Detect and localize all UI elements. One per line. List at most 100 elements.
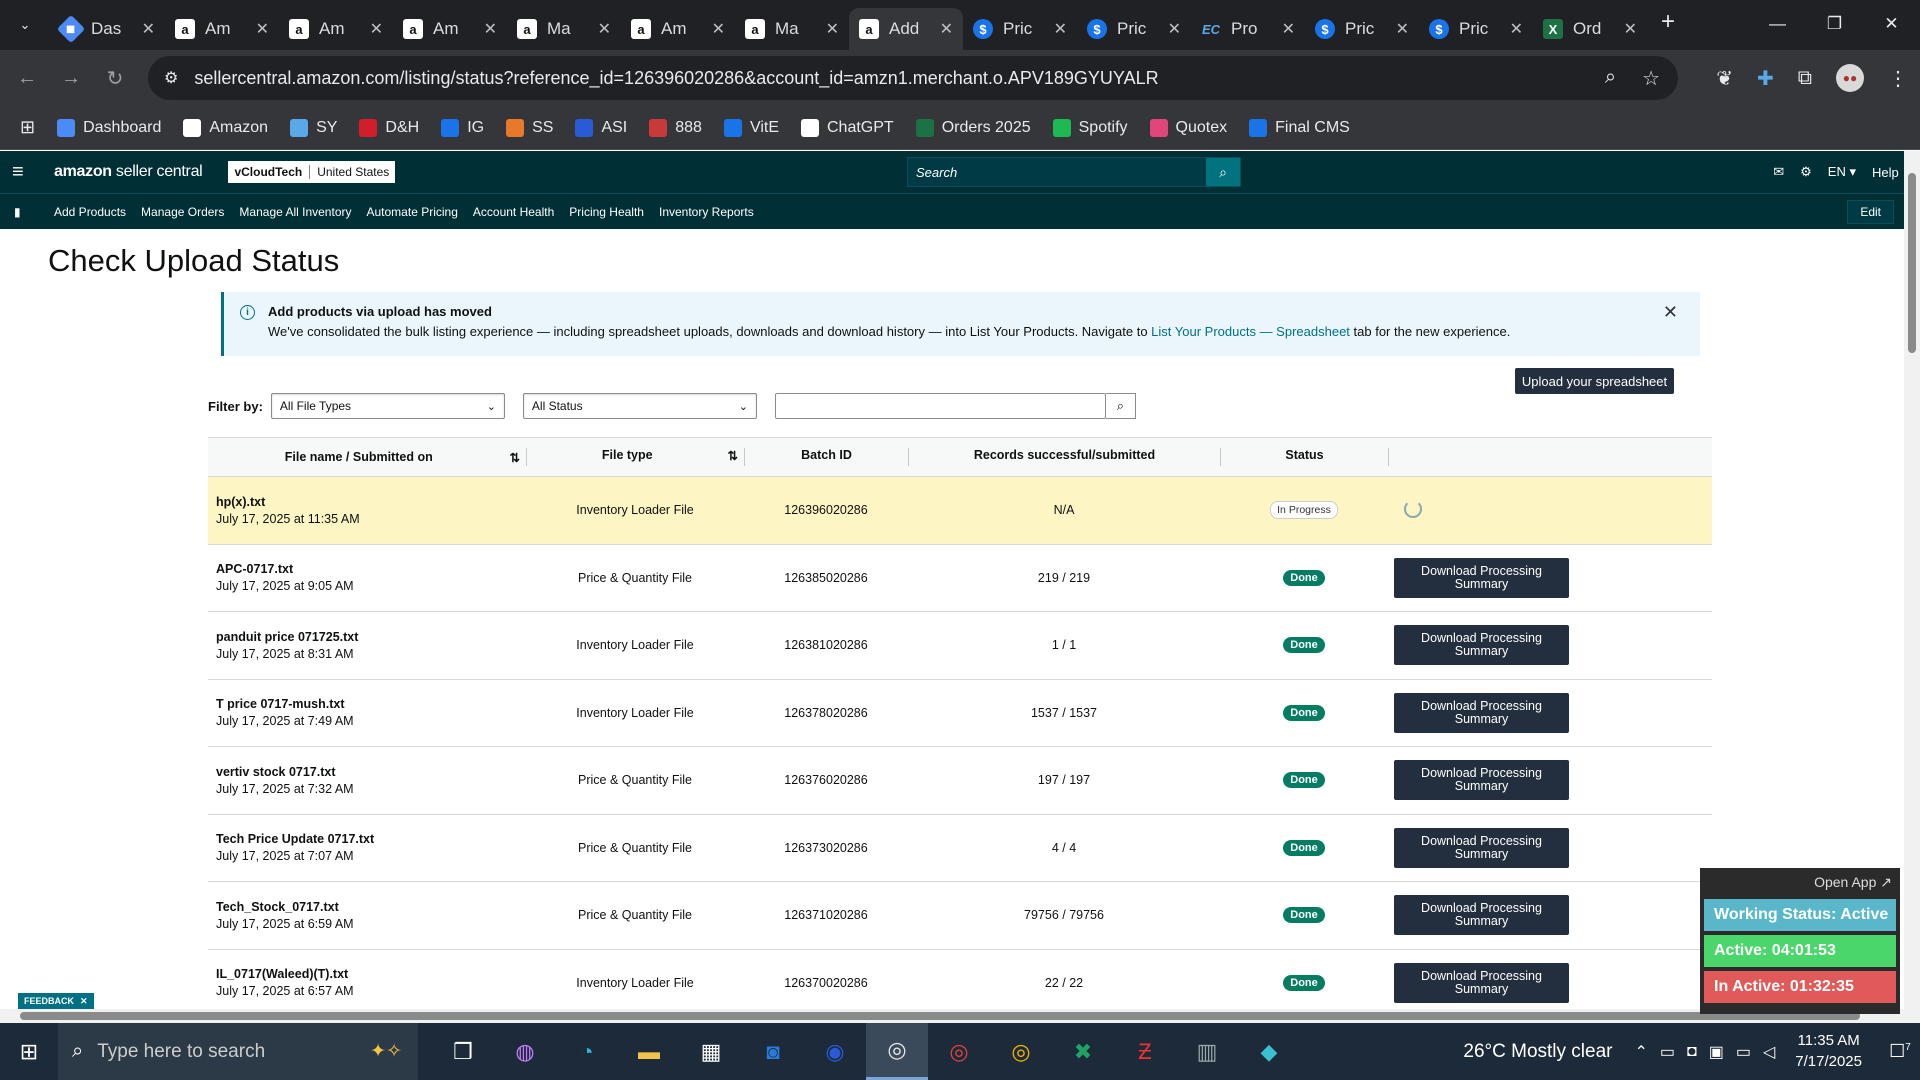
close-tab-icon[interactable]: ✕ <box>940 19 953 39</box>
close-tab-icon[interactable]: ✕ <box>1282 19 1295 39</box>
seller-search-input[interactable] <box>908 164 1206 180</box>
search-icon[interactable]: ⌕ <box>1206 158 1240 186</box>
browser-tab[interactable]: X Ord ✕ <box>1533 8 1647 50</box>
vertical-scrollbar[interactable] <box>1904 151 1920 1009</box>
bookmark-icon[interactable]: ▮ <box>14 205 34 219</box>
bookmark-item[interactable]: Orders 2025 <box>915 118 1031 137</box>
windows-start-icon[interactable]: ⊞ <box>0 1039 58 1065</box>
settings-gear-icon[interactable]: ⚙ <box>1800 164 1812 180</box>
close-tab-icon[interactable]: ✕ <box>598 19 611 39</box>
browser-tab[interactable]: a Ma ✕ <box>735 8 849 50</box>
browser-tab[interactable]: a Add ✕ <box>849 8 963 50</box>
browser-tab[interactable]: a Ma ✕ <box>507 8 621 50</box>
bookmark-item[interactable]: 888 <box>649 118 702 137</box>
extension-leaf-icon[interactable]: ❦ <box>1716 66 1733 91</box>
url-text[interactable]: sellercentral.amazon.com/listing/status?… <box>194 68 1158 89</box>
download-summary-button[interactable]: Download Processing Summary <box>1394 557 1569 598</box>
bookmark-item[interactable]: VitE <box>723 118 779 137</box>
browser-tab[interactable]: ◆ Das ✕ <box>51 8 165 50</box>
task-view-icon[interactable]: ❒ <box>432 1023 494 1080</box>
volume-icon[interactable]: ◁ <box>1763 1042 1775 1062</box>
nav-item[interactable]: Automate Pricing <box>367 205 458 219</box>
file-type-select[interactable]: All File Types ⌄ <box>270 393 505 419</box>
seller-central-logo[interactable]: amazon seller central <box>54 163 203 181</box>
nav-item[interactable]: Manage All Inventory <box>239 205 351 219</box>
calculator-icon[interactable]: ▥ <box>1176 1023 1238 1080</box>
new-tab-button[interactable]: + <box>1661 8 1675 36</box>
address-bar[interactable]: ⚙ sellercentral.amazon.com/listing/statu… <box>148 56 1678 100</box>
minimize-icon[interactable]: — <box>1749 0 1806 48</box>
close-window-icon[interactable]: ✕ <box>1863 0 1920 48</box>
bookmark-item[interactable]: Final CMS <box>1249 118 1350 137</box>
edit-nav-button[interactable]: Edit <box>1847 199 1894 224</box>
close-banner-icon[interactable]: ✕ <box>1663 302 1678 323</box>
browser-tab[interactable]: a Am ✕ <box>393 8 507 50</box>
download-summary-button[interactable]: Download Processing Summary <box>1394 962 1569 1003</box>
bookmark-item[interactable]: SS <box>506 118 553 137</box>
open-app-link[interactable]: Open App ↗ <box>1704 874 1896 891</box>
bookmark-item[interactable]: D&H <box>359 118 419 137</box>
display-icon[interactable]: ▭ <box>1660 1042 1675 1062</box>
nav-item[interactable]: Account Health <box>473 205 554 219</box>
screen-icon[interactable]: ▣ <box>1709 1042 1724 1062</box>
bookmark-item[interactable]: ChatGPT <box>801 118 894 137</box>
store-icon[interactable]: ▦ <box>680 1023 742 1080</box>
browser-menu-icon[interactable]: ⋮ <box>1888 66 1908 91</box>
browser-tab[interactable]: $ Pric ✕ <box>963 8 1077 50</box>
notifications-icon[interactable]: ☐7 <box>1880 1041 1920 1062</box>
extension-puzzle-blue-icon[interactable]: ✚ <box>1757 66 1774 91</box>
sort-icon[interactable]: ⇅ <box>728 448 738 463</box>
camera-icon[interactable]: ◘ <box>1687 1043 1697 1061</box>
browser-tab[interactable]: $ Pric ✕ <box>1305 8 1419 50</box>
chrome-icon[interactable]: ◎ <box>866 1023 928 1080</box>
bookmark-item[interactable]: Spotify <box>1052 118 1128 137</box>
list-your-products-link[interactable]: List Your Products — Spreadsheet <box>1151 324 1350 339</box>
filter-search-icon[interactable]: ⌕ <box>1105 393 1136 419</box>
col-file-name[interactable]: File name / Submitted on ⇅ <box>208 437 526 477</box>
bookmark-item[interactable]: Amazon <box>183 118 268 137</box>
close-tab-icon[interactable]: ✕ <box>826 19 839 39</box>
nav-item[interactable]: Add Products <box>54 205 126 219</box>
close-tab-icon[interactable]: ✕ <box>256 19 269 39</box>
restore-icon[interactable]: ❐ <box>1806 0 1863 48</box>
col-file-type[interactable]: File type ⇅ <box>526 437 744 477</box>
browser-tab[interactable]: $ Pric ✕ <box>1077 8 1191 50</box>
upload-spreadsheet-button[interactable]: Upload your spreadsheet <box>1515 368 1674 394</box>
close-tab-icon[interactable]: ✕ <box>1624 19 1637 39</box>
reload-icon[interactable]: ↻ <box>98 66 132 91</box>
bookmark-item[interactable]: Quotex <box>1149 118 1227 137</box>
battery-icon[interactable]: ▭ <box>1736 1042 1751 1062</box>
system-clock[interactable]: 11:35 AM 7/17/2025 <box>1795 1031 1862 1072</box>
mail-icon[interactable]: ✉ <box>1773 164 1784 180</box>
tab-search-dropdown-icon[interactable]: ⌄ <box>11 11 39 39</box>
feedback-button[interactable]: FEEDBACK ✕ <box>18 993 94 1009</box>
file-explorer-icon[interactable]: ▬ <box>618 1023 680 1080</box>
close-tab-icon[interactable]: ✕ <box>1510 19 1523 39</box>
language-selector[interactable]: EN ▾ <box>1828 164 1856 180</box>
filezilla-icon[interactable]: Ƶ <box>1114 1023 1176 1080</box>
forward-icon[interactable]: → <box>54 67 88 90</box>
download-summary-button[interactable]: Download Processing Summary <box>1394 895 1569 936</box>
close-tab-icon[interactable]: ✕ <box>370 19 383 39</box>
edge-icon[interactable]: ◔ <box>556 1023 618 1080</box>
download-summary-button[interactable]: Download Processing Summary <box>1394 625 1569 666</box>
close-tab-icon[interactable]: ✕ <box>1054 19 1067 39</box>
apps-grid-icon[interactable]: ⊞ <box>20 117 35 138</box>
bookmark-item[interactable]: IG <box>441 118 484 137</box>
store-selector[interactable]: vCloudTech United States <box>228 161 396 183</box>
close-tab-icon[interactable]: ✕ <box>1168 19 1181 39</box>
status-select[interactable]: All Status ⌄ <box>522 393 757 419</box>
chrome-alt-icon[interactable]: ◎ <box>990 1023 1052 1080</box>
chrome-profile-icon[interactable]: ◎ <box>928 1023 990 1080</box>
site-info-icon[interactable]: ⚙ <box>164 68 178 88</box>
bookmark-item[interactable]: Dashboard <box>57 118 161 137</box>
download-summary-button[interactable]: Download Processing Summary <box>1394 827 1569 868</box>
outlook-icon[interactable]: ◙ <box>742 1023 804 1080</box>
weather-widget[interactable]: 26°C Mostly clear <box>1463 1041 1612 1063</box>
browser-tab[interactable]: a Am ✕ <box>279 8 393 50</box>
horizontal-scrollbar[interactable] <box>0 1009 1920 1023</box>
menu-hamburger-icon[interactable]: ≡ <box>12 161 32 184</box>
close-feedback-icon[interactable]: ✕ <box>80 996 88 1007</box>
nav-item[interactable]: Manage Orders <box>141 205 224 219</box>
scroll-thumb[interactable] <box>1908 173 1916 353</box>
